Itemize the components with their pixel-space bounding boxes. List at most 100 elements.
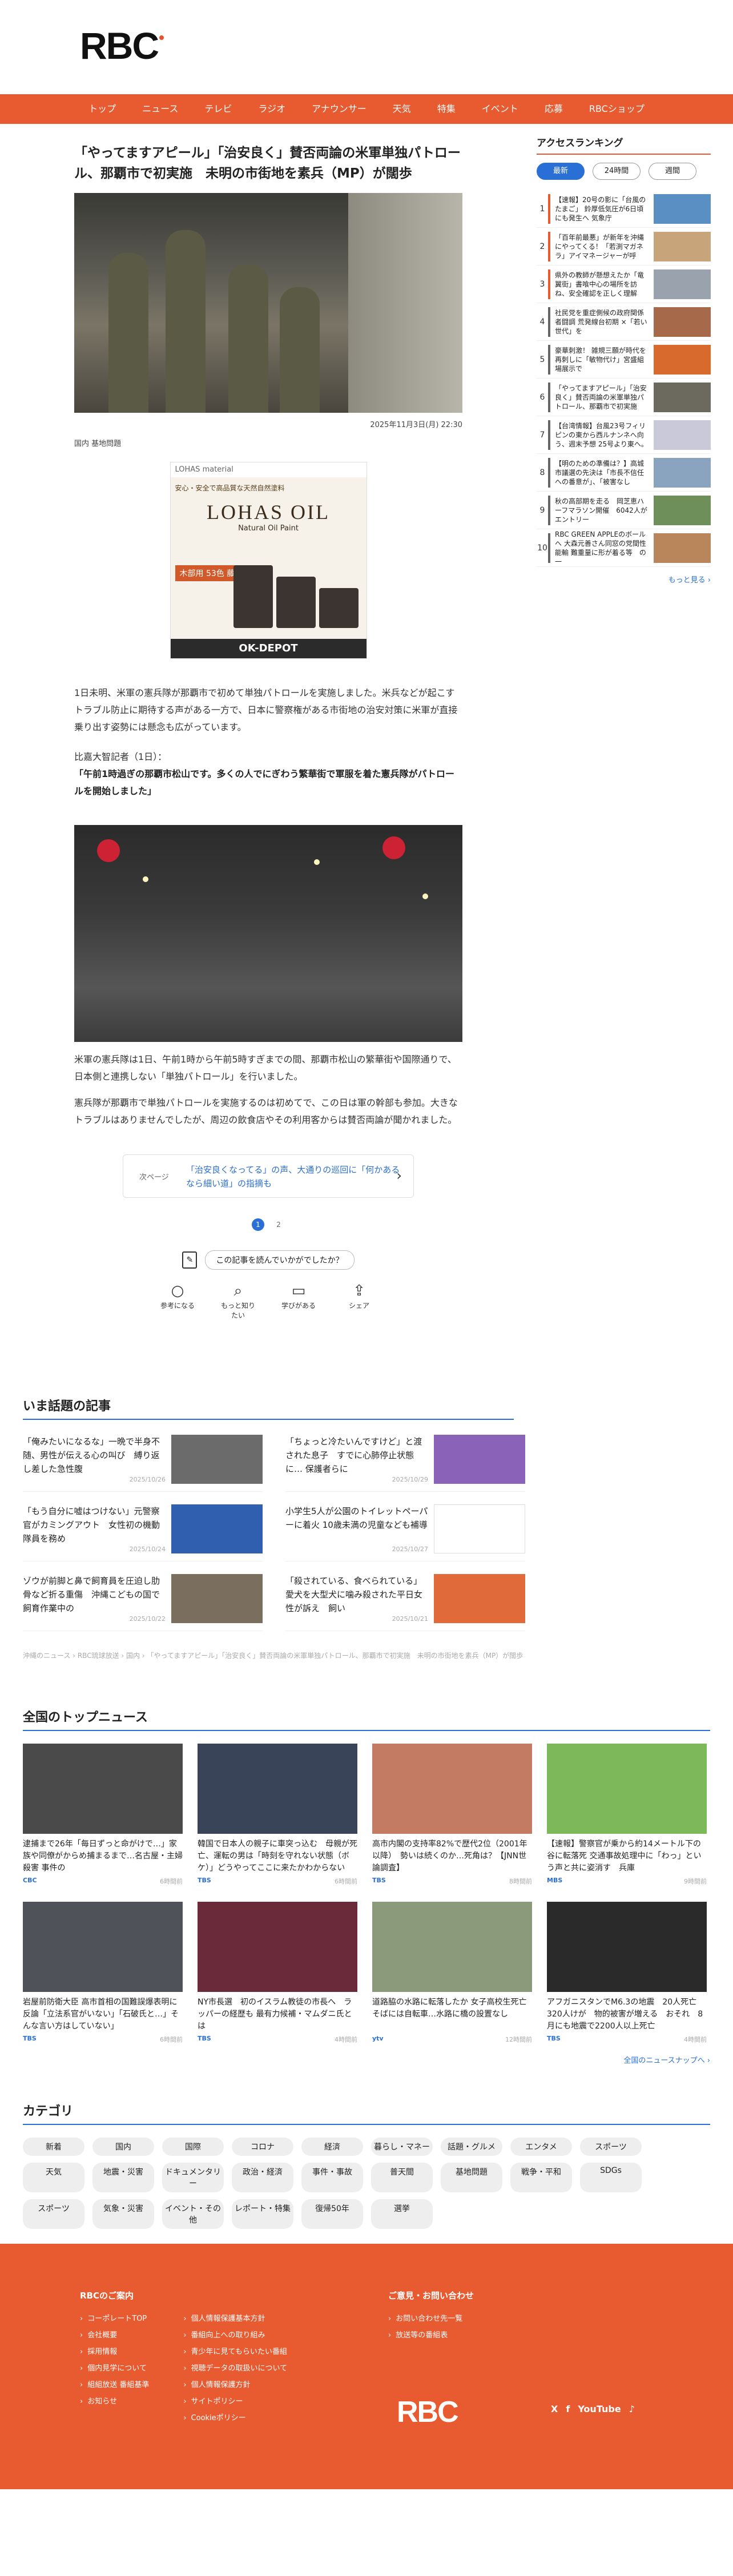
nav-radio[interactable]: ラジオ (245, 94, 299, 124)
ranking-item[interactable]: 2 「百年前最悪」が新年を沖縄にやってくる！「若渕マガネラ」アイマネージャーが呼 (537, 228, 711, 265)
tab-latest[interactable]: 最新 (537, 163, 585, 180)
react-share[interactable]: ⇪ シェア (339, 1281, 379, 1320)
category-chip[interactable]: ドキュメンタリー (162, 2163, 224, 2192)
category-chip[interactable]: SDGs (580, 2163, 642, 2192)
footer-link[interactable]: 番組向上への取り組み (183, 2327, 287, 2344)
nav-news[interactable]: ニュース (129, 94, 191, 124)
nav-weather[interactable]: 天気 (380, 94, 424, 124)
ranking-item[interactable]: 3 県外の教師が懸想えたか「竜翼街」書喰中心の場所を訪ね、安全確認を正しく理解 (537, 265, 711, 303)
nav-feature[interactable]: 特集 (424, 94, 469, 124)
footer-link[interactable]: 青少年に見てもらいたい番組 (183, 2344, 287, 2360)
ranking-item[interactable]: 1 【速報】20号の影に「台風のたまご」 鈴厚低気圧が6日頃にも発生へ 気象庁 (537, 190, 711, 228)
ranking-item[interactable]: 7 【台湾情報】台風23号フィリピンの東から西ルナンネへ向う、週末予想 25号より… (537, 416, 711, 454)
category-chip[interactable]: スポーツ (580, 2138, 642, 2156)
topnews-card[interactable]: 岩屋前防衛大臣 高市首相の国難誤爆表明に反論「立法系官がいない」「石破氏と…」そ… (23, 1902, 183, 2044)
category-chip[interactable]: 国内 (92, 2138, 154, 2156)
ranking-more-link[interactable]: もっと見る › (537, 574, 711, 585)
ranking-item[interactable]: 5 豪華刺激！ 雑規三願が時代を再刺しに「敏物代け」宮盛組場展示で (537, 341, 711, 379)
react-more[interactable]: ⌕ もっと知りたい (218, 1281, 258, 1320)
topnews-card[interactable]: NY市長選 初のイスラム教徒の市長へ ラッパーの経歴も 最有力候補・マムダニ氏と… (198, 1902, 357, 2044)
article-category[interactable]: 国内 基地問題 (74, 437, 462, 448)
footer-link[interactable]: 個内見学について (80, 2360, 149, 2377)
footer-link[interactable]: コーポレートTOP (80, 2311, 149, 2327)
topnews-more-link[interactable]: 全国のニュースナップへ › (23, 2054, 710, 2065)
trending-text: 「殺されている、食べられている」愛犬を大型犬に噛み殺された平日女性が訴え 飼い (285, 1576, 423, 1613)
footer-link[interactable]: 会社概要 (80, 2327, 149, 2344)
rank-title: 豪華刺激！ 雑規三願が時代を再刺しに「敏物代け」宮盛組場展示で (555, 346, 646, 373)
nav-event[interactable]: イベント (469, 94, 531, 124)
advertisement[interactable]: LOHAS material 安心・安全で高品質な天然自然塗料 LOHAS OI… (170, 462, 367, 659)
trending-item[interactable]: 「ちょっと冷たいんですけど」と渡された息子 すでに心肺停止状態に… 保護者らに 2… (285, 1435, 525, 1492)
footer-link[interactable]: 放送等の番組表 (388, 2327, 617, 2344)
nav-top[interactable]: トップ (75, 94, 129, 124)
category-chip[interactable]: 事件・事故 (301, 2163, 363, 2192)
category-chip[interactable]: 新着 (23, 2138, 84, 2156)
footer-link[interactable]: 組組放送 番組基準 (80, 2377, 149, 2393)
topnews-card[interactable]: 韓国で日本人の親子に車突っ込む 母親が死亡、運転の男は「時刻を守れない状態（ボケ… (198, 1744, 357, 1886)
category-chip[interactable]: 復帰50年 (301, 2199, 363, 2229)
footer-link[interactable]: Cookieポリシー (183, 2410, 287, 2426)
topnews-card[interactable]: 高市内閣の支持率82%で歴代2位（2001年以降） 勢いは続くのか…死角は？【J… (372, 1744, 532, 1886)
ranking-item[interactable]: 9 秋の高部期を走る 岡芝恵ハーフマラソン開催 6042人がエントリー (537, 492, 711, 529)
category-chip[interactable]: 国際 (162, 2138, 224, 2156)
category-chip[interactable]: 普天間 (371, 2163, 433, 2192)
topnews-card[interactable]: 逮捕まで26年「毎日ずっと命がけで…」家族や同僚がからめ捕まるまで…名古屋・主婦… (23, 1744, 183, 1886)
tiktok-icon[interactable]: ♪ (629, 2404, 635, 2414)
tab-weekly[interactable]: 週間 (649, 163, 696, 180)
feedback-button[interactable]: この記事を読んでいかがでしたか？ (205, 1250, 355, 1270)
breadcrumb[interactable]: 沖縄のニュース › RBC琉球放送 › 国内 › 「やってますアピール」「治安良… (23, 1651, 710, 1660)
category-chip[interactable]: イベント・その他 (162, 2199, 224, 2229)
category-chip[interactable]: エンタメ (510, 2138, 572, 2156)
category-chip[interactable]: スポーツ (23, 2199, 84, 2229)
category-chip[interactable]: コロナ (232, 2138, 293, 2156)
page-2[interactable]: 2 (272, 1218, 285, 1231)
social-links: X f YouTube ♪ (551, 2404, 635, 2414)
category-chip[interactable]: 戦争・平和 (510, 2163, 572, 2192)
category-chip[interactable]: 天気 (23, 2163, 84, 2192)
footer-link[interactable]: サイトポリシー (183, 2393, 287, 2410)
category-chip[interactable]: レポート・特集 (232, 2199, 293, 2229)
nav-apply[interactable]: 応募 (531, 94, 576, 124)
react-learn[interactable]: ▭ 学びがある (279, 1281, 319, 1320)
ranking-item[interactable]: 8 【明のための準備は？】高城市議選の先決は「市長不信任への番意が」、「被害なし (537, 454, 711, 492)
topnews-source: TBS (198, 1877, 211, 1884)
youtube-icon[interactable]: YouTube (578, 2404, 621, 2414)
footer-link[interactable]: お問い合わせ先一覧 (388, 2311, 617, 2327)
trending-item[interactable]: ゾウが前脚と鼻で飼育員を圧迫し肋骨など折る重傷 沖縄こどもの国で飼育作業中の 20… (23, 1574, 263, 1631)
category-chip[interactable]: 話題・グルメ (441, 2138, 502, 2156)
footer-link[interactable]: 個人情報保護方針 (183, 2377, 287, 2393)
trending-item[interactable]: 小学生5人が公園のトイレットペーパーに着火 10歳未満の児童なども補導 2025/… (285, 1504, 525, 1561)
trending-heading: いま話題の記事 (23, 1396, 514, 1420)
page-1[interactable]: 1 (252, 1218, 264, 1231)
nav-shop[interactable]: RBCショップ (576, 94, 658, 124)
site-logo[interactable]: RBC (80, 24, 164, 67)
nav-announcer[interactable]: アナウンサー (299, 94, 380, 124)
ranking-item[interactable]: 10 RBC GREEN APPLEのボールへ 大森元善さん同窓の党間性能輸 難重… (537, 529, 711, 567)
trending-item[interactable]: 「もう自分に嘘はつけない」元警察官がカミングアウト 女性初の機動隊員を務め 202… (23, 1504, 263, 1561)
ranking-item[interactable]: 4 社民党を重症側候の政府関係者闘調 荒発線台初期 ×「若い世代」を (537, 303, 711, 341)
topnews-card[interactable]: 【速報】警察官が乗から約14メートル下の谷に転落死 交通事故処理中に「わっ」とい… (547, 1744, 707, 1886)
category-chip[interactable]: 選挙 (371, 2199, 433, 2229)
tab-24h[interactable]: 24時間 (593, 163, 641, 180)
react-helpful[interactable]: ○ 参考になる (158, 1281, 198, 1320)
footer-link[interactable]: 個人情報保護基本方針 (183, 2311, 287, 2327)
category-chip[interactable]: 暮らし・マネー (371, 2138, 433, 2156)
category-chip[interactable]: 基地問題 (441, 2163, 502, 2192)
facebook-icon[interactable]: f (566, 2404, 570, 2414)
footer-link[interactable]: 採用情報 (80, 2344, 149, 2360)
category-chip[interactable]: 地震・災害 (92, 2163, 154, 2192)
next-page-link[interactable]: 次ページ 「治安良くなってる」の声、大通りの巡回に「何かあるなら細い道」の指摘も… (123, 1154, 414, 1198)
footer-link[interactable]: 視聴データの取扱いについて (183, 2360, 288, 2377)
nav-tv[interactable]: テレビ (191, 94, 245, 124)
ranking-item[interactable]: 6 「やってますアピール」「治安良く」賛否両論の米軍単独パトロール、那覇市で初実施 (537, 379, 711, 416)
footer-link[interactable]: お知らせ (80, 2393, 149, 2410)
x-icon[interactable]: X (551, 2404, 558, 2414)
trending-item[interactable]: 「殺されている、食べられている」愛犬を大型犬に噛み殺された平日女性が訴え 飼い 2… (285, 1574, 525, 1631)
footer-logo[interactable]: RBC (397, 2395, 459, 2429)
category-chip[interactable]: 気象・災害 (92, 2199, 154, 2229)
category-chip[interactable]: 経済 (301, 2138, 363, 2156)
topnews-card[interactable]: 道路脇の水路に転落したか 女子高校生死亡 そばには自転車…水路に橋の設置なし yt… (372, 1902, 532, 2044)
topnews-card[interactable]: アフガニスタンでM6.3の地震 20人死亡320人けが 物的被害が増える おそれ… (547, 1902, 707, 2044)
trending-item[interactable]: 「俺みたいになるな」一晩で半身不随、男性が伝える心の叫び 縛り返し差した急性腹 2… (23, 1435, 263, 1492)
category-chip[interactable]: 政治・経済 (232, 2163, 293, 2192)
